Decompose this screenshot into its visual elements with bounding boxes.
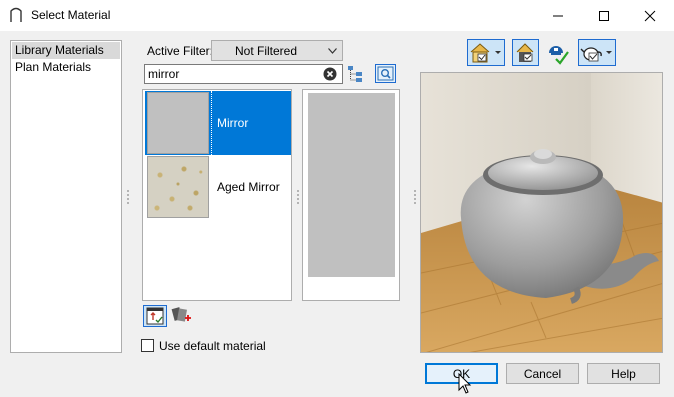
close-button[interactable] (627, 0, 673, 31)
lighting-icon (516, 43, 534, 62)
splitter-handle[interactable] (295, 182, 300, 212)
apply-check-icon (549, 46, 569, 65)
help-button[interactable]: Help (587, 363, 660, 384)
use-default-material-label: Use default material (159, 338, 266, 353)
material-render-preview (420, 72, 663, 353)
list-item-label: Aged Mirror (217, 180, 280, 194)
list-item-label: Mirror (217, 116, 249, 130)
material-swatch (308, 93, 395, 277)
search-field[interactable] (144, 64, 343, 84)
render-view-dropdown-button[interactable] (467, 39, 505, 66)
list-item[interactable]: Aged Mirror (145, 155, 291, 219)
minimize-icon (553, 15, 563, 16)
active-filter-label: Active Filter: (147, 44, 214, 58)
house-render-icon (470, 43, 501, 63)
category-library-materials[interactable]: Library Materials (12, 42, 120, 59)
apply-button[interactable] (545, 39, 571, 66)
minimize-button[interactable] (535, 0, 581, 31)
window-title: Select Material (31, 8, 111, 22)
use-default-material-checkbox[interactable] (141, 339, 154, 352)
mouse-cursor-icon (458, 373, 472, 394)
lighting-button[interactable] (512, 39, 539, 66)
teapot-icon (580, 47, 612, 62)
cancel-button[interactable]: Cancel (506, 363, 579, 384)
teapot-render-image (421, 73, 662, 352)
material-swatch-panel (302, 89, 400, 301)
teapot-preview-dropdown-button[interactable] (578, 39, 616, 66)
category-list[interactable]: Library Materials Plan Materials (10, 40, 122, 353)
search-input[interactable] (148, 67, 318, 81)
material-properties-icon (146, 307, 164, 325)
tree-view-icon[interactable] (347, 64, 365, 84)
clear-search-icon[interactable] (323, 67, 337, 81)
use-default-material-option[interactable]: Use default material (141, 338, 266, 353)
close-icon (644, 10, 656, 21)
add-material-icon (171, 307, 191, 322)
mirror-thumbnail (147, 92, 209, 154)
aged-mirror-thumbnail (147, 156, 209, 218)
app-icon (10, 7, 22, 22)
chevron-down-icon (328, 48, 337, 54)
active-filter-value: Not Filtered (235, 44, 298, 58)
add-material-button[interactable] (170, 305, 194, 327)
list-item[interactable]: Mirror (145, 91, 291, 155)
splitter-handle[interactable] (125, 182, 130, 212)
material-results-list[interactable]: Mirror Aged Mirror (142, 89, 292, 301)
maximize-icon (599, 10, 609, 21)
material-properties-button[interactable] (143, 305, 167, 327)
magnifier-icon (377, 66, 394, 81)
splitter-handle[interactable] (412, 182, 417, 212)
find-button[interactable] (375, 64, 396, 83)
title-bar: Select Material (0, 0, 674, 31)
category-plan-materials[interactable]: Plan Materials (12, 59, 120, 76)
focus-indicator (211, 91, 212, 155)
maximize-button[interactable] (581, 0, 627, 31)
active-filter-dropdown[interactable]: Not Filtered (211, 40, 343, 61)
